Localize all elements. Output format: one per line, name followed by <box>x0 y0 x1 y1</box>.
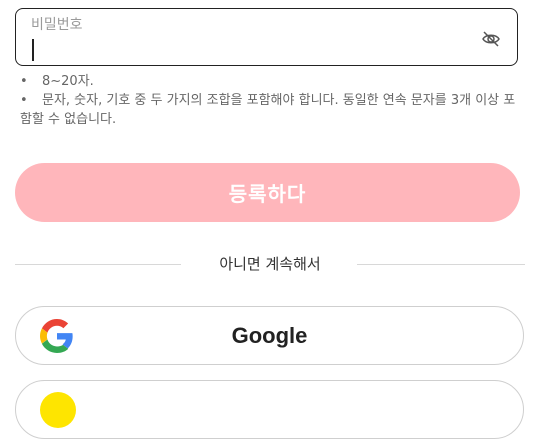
kakao-logo-icon <box>40 392 76 428</box>
password-field[interactable]: 비밀번호 <box>15 8 518 66</box>
google-button-label: Google <box>231 322 308 348</box>
password-label: 비밀번호 <box>31 17 83 33</box>
or-divider: 아니면 계속해서 <box>15 252 525 276</box>
eye-off-icon[interactable] <box>481 29 501 49</box>
text-caret <box>32 39 34 61</box>
google-login-button[interactable]: Google <box>15 306 524 365</box>
password-input[interactable] <box>38 39 478 61</box>
google-logo-icon <box>40 319 74 353</box>
password-rules: • 8~20자. • 문자, 숫자, 기호 중 두 가지의 조합을 포함해야 합니다… <box>20 72 525 129</box>
rule-combination: • 문자, 숫자, 기호 중 두 가지의 조합을 포함해야 합니다. 동일한 연속… <box>20 93 516 127</box>
divider-line-right <box>357 264 525 265</box>
kakao-login-button[interactable] <box>15 380 524 439</box>
rule-length: • 8~20자. <box>20 74 94 89</box>
register-button[interactable]: 등록하다 <box>15 163 520 222</box>
